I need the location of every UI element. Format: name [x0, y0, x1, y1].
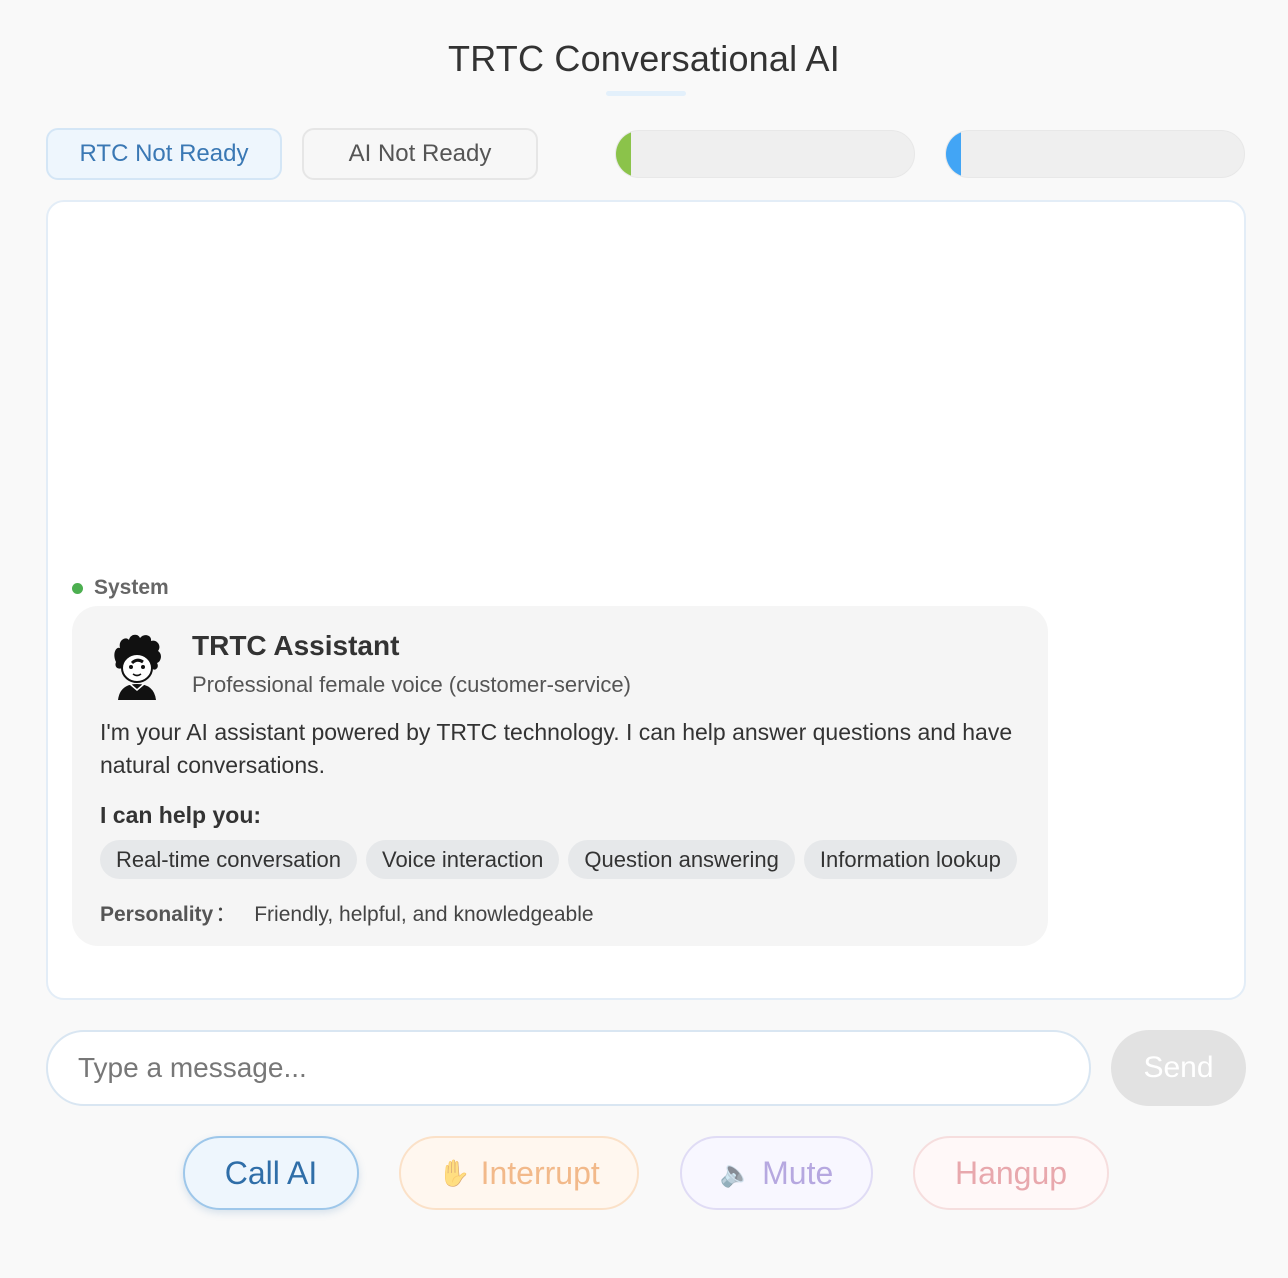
sender-name: System: [94, 576, 169, 599]
capabilities-heading: I can help you:: [100, 802, 262, 828]
capability-tag: Real-time conversation: [100, 840, 357, 879]
assistant-name: TRTC Assistant: [192, 630, 400, 661]
chat-panel[interactable]: System TRTC Assistant Professional femal…: [46, 200, 1246, 1000]
capability-tags: Real-time conversation Voice interaction…: [100, 840, 1017, 879]
message-input[interactable]: [46, 1030, 1091, 1106]
title-underline: [606, 91, 686, 96]
interrupt-label: Interrupt: [480, 1154, 600, 1191]
capability-tag: Question answering: [568, 840, 795, 879]
personality-value: Friendly, helpful, and knowledgeable: [254, 903, 594, 926]
page-title: TRTC Conversational AI: [448, 38, 840, 79]
ai-status-badge: AI Not Ready: [302, 128, 538, 180]
personality-label: Personality: [100, 903, 214, 926]
user-volume-meter: [615, 130, 915, 178]
capability-tag: Information lookup: [803, 840, 1017, 879]
user-volume-fill: [616, 131, 631, 177]
rtc-status-badge: RTC Not Ready: [46, 128, 282, 180]
hangup-button[interactable]: Hangup: [913, 1136, 1109, 1210]
capability-tag: Voice interaction: [365, 840, 560, 879]
cartoon-boy-avatar-icon: [114, 634, 161, 700]
interrupt-button[interactable]: ✋ Interrupt: [399, 1136, 639, 1210]
personality-separator: ：: [215, 903, 237, 926]
hangup-label: Hangup: [954, 1154, 1068, 1191]
message-sender: System: [72, 576, 169, 600]
sender-status-dot: [72, 582, 83, 594]
send-button[interactable]: Send: [1111, 1030, 1246, 1106]
mute-button[interactable]: 🔈 Mute: [680, 1136, 873, 1210]
intro-text: I'm your AI assistant powered by TRTC te…: [100, 719, 1013, 778]
speaker-icon: 🔈: [719, 1157, 753, 1188]
voice-description: Professional female voice (customer-serv…: [192, 672, 631, 697]
ai-volume-meter: [945, 130, 1245, 178]
assistant-intro-card: TRTC Assistant Professional female voice…: [72, 606, 1048, 946]
call-ai-button[interactable]: Call AI: [183, 1136, 359, 1210]
call-ai-label: Call AI: [224, 1154, 318, 1191]
raised-hand-icon: ✋: [438, 1157, 471, 1188]
mute-label: Mute: [762, 1154, 834, 1191]
ai-volume-fill: [946, 131, 961, 177]
personality-row: Personality： Friendly, helpful, and knowl…: [100, 898, 594, 928]
